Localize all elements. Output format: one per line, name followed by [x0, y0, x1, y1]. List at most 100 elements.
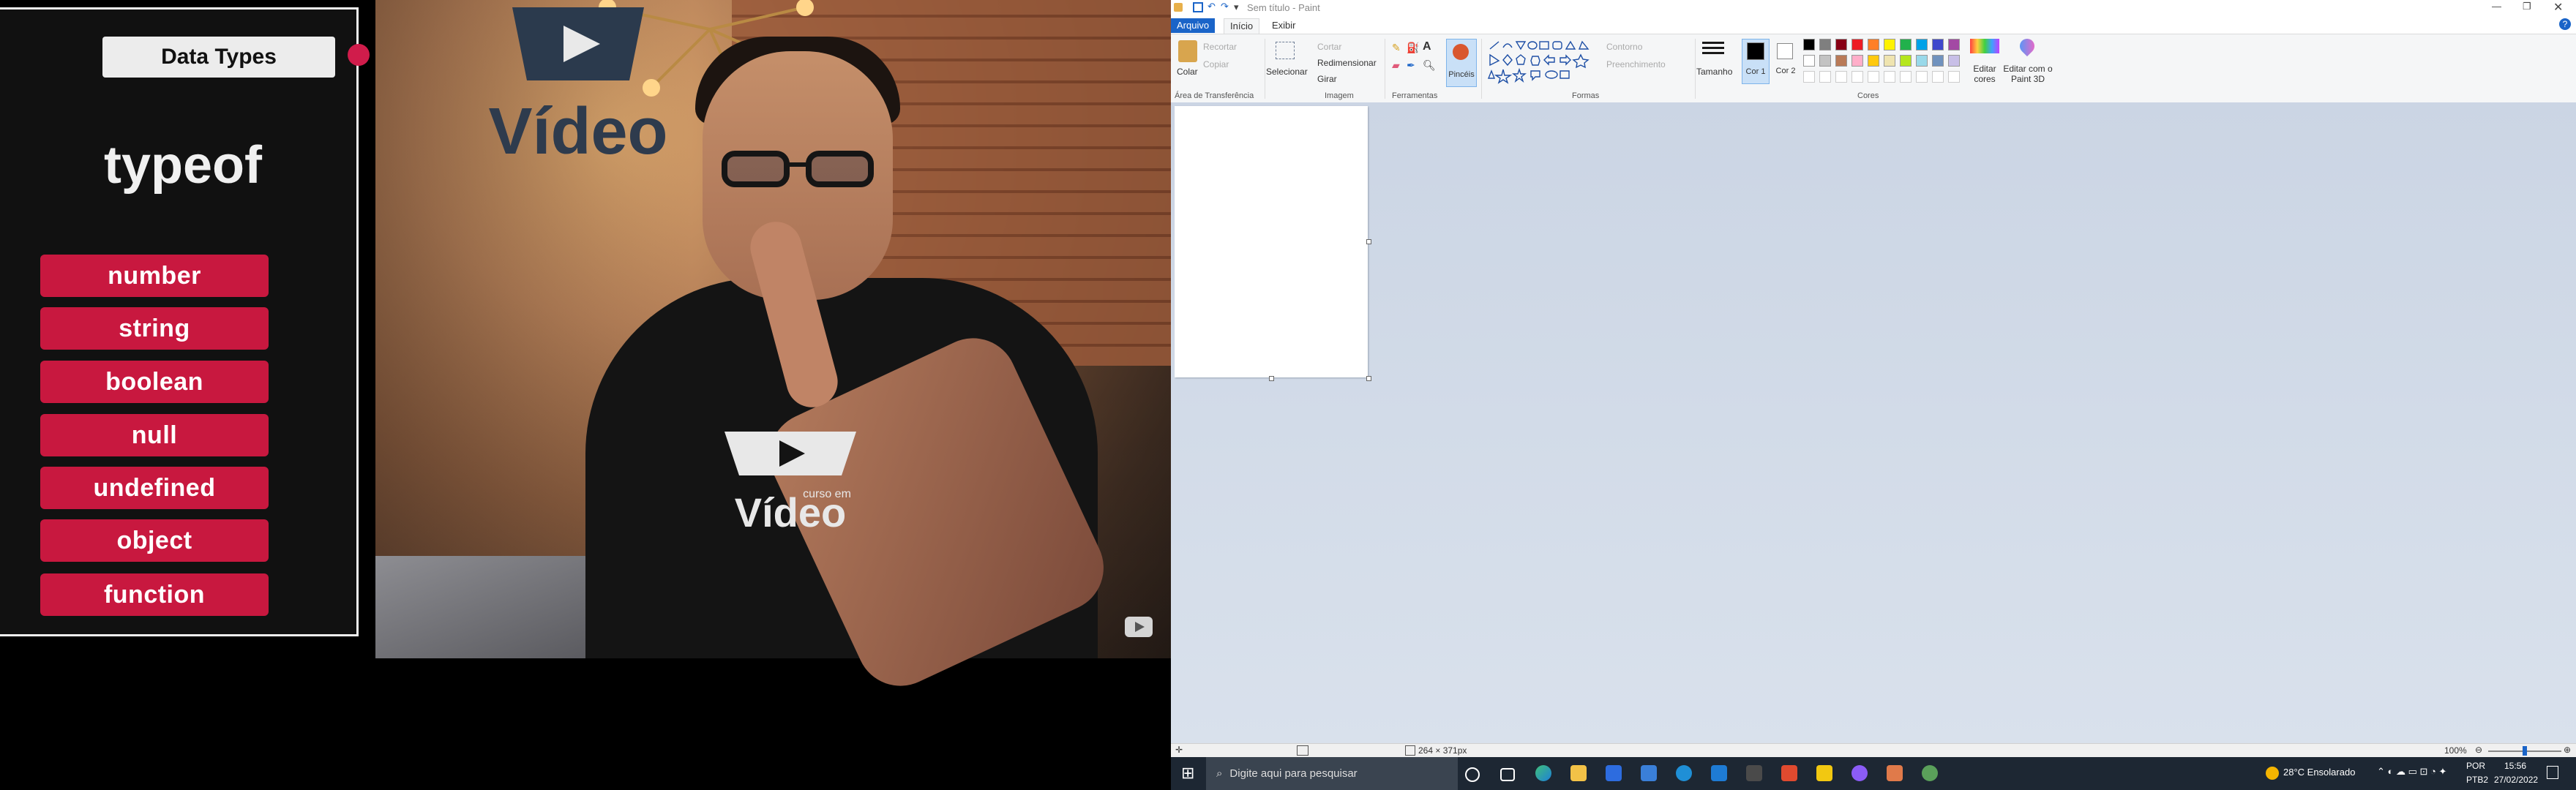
close-button[interactable]: ✕ — [2553, 0, 2563, 15]
outline-dropdown[interactable]: Contorno — [1606, 42, 1642, 52]
resize-button[interactable]: Redimensionar — [1317, 58, 1377, 68]
palette-custom-swatch[interactable] — [1916, 71, 1928, 83]
resize-handle-corner[interactable] — [1366, 376, 1371, 381]
canvas-area[interactable] — [1171, 102, 2576, 743]
weather-sun-icon[interactable] — [2266, 767, 2279, 780]
tray-icons[interactable]: ⌃ ◐ ☁ ▭ ⊡ ◔ ✦ — [2377, 766, 2446, 778]
task-view-icon[interactable] — [1500, 768, 1515, 781]
video-player[interactable]: Vídeo Vídeo curso em Data Types typeof n… — [0, 0, 1171, 790]
color-picker-icon[interactable]: ✒ — [1407, 59, 1415, 72]
quick-access-dropdown-icon[interactable]: ▾ — [1234, 1, 1239, 13]
text-icon[interactable]: A — [1423, 40, 1431, 53]
obs-icon[interactable] — [1852, 765, 1868, 781]
color1-button[interactable]: Cor 1 — [1742, 39, 1770, 84]
redo-icon[interactable]: ↷ — [1221, 1, 1229, 12]
help-icon[interactable]: ? — [2559, 18, 2571, 30]
resize-handle-bottom[interactable] — [1269, 376, 1274, 381]
fill-dropdown[interactable]: Preenchimento — [1606, 59, 1666, 69]
cut-button[interactable]: Recortar — [1203, 42, 1237, 52]
minimize-button[interactable]: — — [2492, 1, 2501, 12]
palette-custom-swatch[interactable] — [1932, 71, 1944, 83]
palette-color-swatch[interactable] — [1835, 55, 1847, 67]
mail-icon[interactable] — [1641, 765, 1657, 781]
size-icon[interactable] — [1702, 42, 1724, 56]
palette-color-swatch[interactable] — [1916, 55, 1928, 67]
palette-custom-swatch[interactable] — [1852, 71, 1863, 83]
app-icon-blue[interactable] — [1676, 765, 1692, 781]
fill-icon[interactable]: ⛽ — [1407, 42, 1419, 54]
cortana-icon[interactable] — [1465, 767, 1480, 782]
notifications-icon[interactable] — [2547, 766, 2558, 779]
palette-color-swatch[interactable] — [1932, 39, 1944, 50]
palette-color-swatch[interactable] — [1819, 39, 1831, 50]
app-icon-green[interactable] — [1922, 765, 1938, 781]
edge-icon[interactable] — [1535, 765, 1551, 781]
palette-color-swatch[interactable] — [1852, 39, 1863, 50]
edit-colors-icon[interactable] — [1970, 39, 1999, 53]
paint3d-icon[interactable] — [2016, 35, 2038, 57]
palette-color-swatch[interactable] — [1948, 39, 1960, 50]
palette-custom-swatch[interactable] — [1868, 71, 1879, 83]
title-bar[interactable]: ↶ ↷ ▾ Sem título - Paint — ❐ ✕ — [1171, 0, 2576, 16]
zoom-out-button[interactable]: ⊖ — [2475, 745, 2482, 755]
palette-color-swatch[interactable] — [1868, 39, 1879, 50]
pencil-icon[interactable]: ✎ — [1392, 42, 1401, 54]
weather-text[interactable]: 28°C Ensolarado — [2283, 767, 2355, 778]
magnifier-icon[interactable]: 🔍︎ — [1423, 59, 1436, 72]
vscode-icon[interactable] — [1711, 765, 1727, 781]
palette-custom-swatch[interactable] — [1948, 71, 1960, 83]
crop-button[interactable]: Cortar — [1317, 42, 1341, 52]
size-button[interactable]: Tamanho — [1696, 67, 1732, 77]
maximize-button[interactable]: ❐ — [2523, 1, 2531, 12]
drawing-canvas[interactable] — [1175, 106, 1368, 377]
paste-icon[interactable] — [1178, 40, 1197, 62]
rotate-button[interactable]: Girar — [1317, 74, 1337, 84]
clock-date[interactable]: 27/02/2022 — [2494, 775, 2538, 785]
tab-inicio[interactable]: Início — [1224, 18, 1260, 34]
palette-color-swatch[interactable] — [1932, 55, 1944, 67]
palette-color-swatch[interactable] — [1852, 55, 1863, 67]
edit-paint3d-button[interactable]: Editar com o Paint 3D — [2002, 64, 2053, 84]
select-button[interactable]: Selecionar — [1266, 67, 1308, 77]
palette-custom-swatch[interactable] — [1819, 71, 1831, 83]
palette-color-swatch[interactable] — [1948, 55, 1960, 67]
brushes-button[interactable]: Pincéis — [1446, 39, 1477, 87]
palette-custom-swatch[interactable] — [1884, 71, 1895, 83]
palette-custom-swatch[interactable] — [1900, 71, 1912, 83]
tab-exibir[interactable]: Exibir — [1266, 18, 1302, 33]
palette-color-swatch[interactable] — [1884, 39, 1895, 50]
select-icon[interactable] — [1276, 42, 1295, 59]
palette-custom-swatch[interactable] — [1835, 71, 1847, 83]
windows-start-icon[interactable]: ⊞ — [1181, 765, 1194, 781]
palette-custom-swatch[interactable] — [1803, 71, 1815, 83]
color2-button[interactable]: Cor 2 — [1772, 39, 1799, 83]
zoom-in-button[interactable]: ⊕ — [2564, 745, 2571, 755]
paste-button[interactable]: Colar — [1177, 67, 1198, 77]
palette-color-swatch[interactable] — [1916, 39, 1928, 50]
undo-icon[interactable]: ↶ — [1208, 1, 1216, 12]
palette-color-swatch[interactable] — [1803, 55, 1815, 67]
input-language[interactable]: POR — [2466, 761, 2485, 771]
terminal-icon[interactable] — [1746, 765, 1762, 781]
palette-color-swatch[interactable] — [1900, 39, 1912, 50]
resize-handle-right[interactable] — [1366, 239, 1371, 244]
powerbi-icon[interactable] — [1816, 765, 1832, 781]
taskbar-search[interactable]: ⌕ Digite aqui para pesquisar — [1206, 757, 1458, 790]
shapes-gallery[interactable] — [1487, 40, 1597, 84]
palette-color-swatch[interactable] — [1803, 39, 1815, 50]
palette-color-swatch[interactable] — [1900, 55, 1912, 67]
app-icon-red[interactable] — [1781, 765, 1797, 781]
palette-color-swatch[interactable] — [1835, 39, 1847, 50]
zoom-slider-thumb[interactable] — [2523, 746, 2527, 756]
palette-color-swatch[interactable] — [1819, 55, 1831, 67]
tab-arquivo[interactable]: Arquivo — [1171, 18, 1216, 33]
palette-color-swatch[interactable] — [1868, 55, 1879, 67]
store-icon[interactable] — [1606, 765, 1622, 781]
clock-time[interactable]: 15:56 — [2504, 761, 2526, 771]
eraser-icon[interactable]: ▰ — [1392, 59, 1400, 72]
paint-taskbar-icon[interactable] — [1887, 765, 1903, 781]
copy-button[interactable]: Copiar — [1203, 59, 1229, 69]
palette-color-swatch[interactable] — [1884, 55, 1895, 67]
save-icon[interactable] — [1193, 2, 1203, 12]
keyboard-layout[interactable]: PTB2 — [2466, 775, 2488, 785]
